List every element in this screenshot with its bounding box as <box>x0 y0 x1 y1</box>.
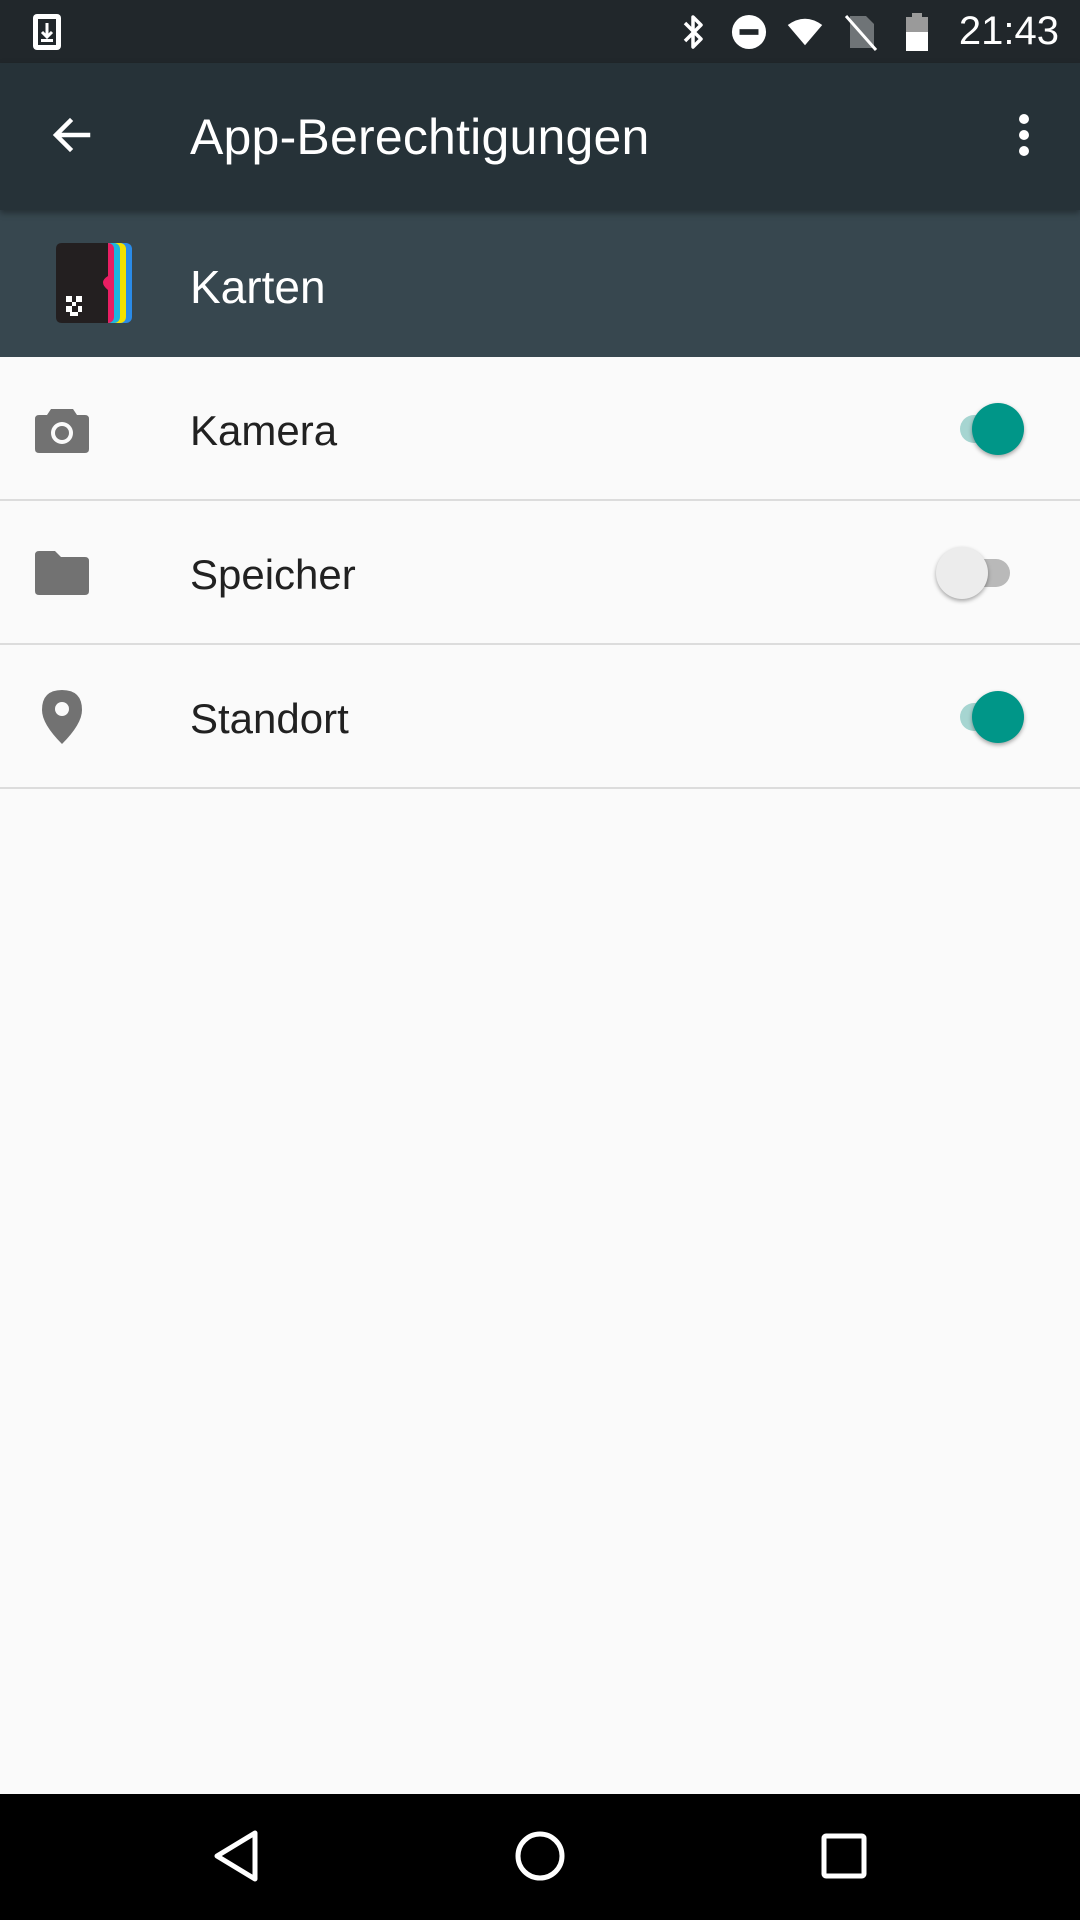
battery-icon <box>899 12 935 52</box>
back-button[interactable] <box>36 101 108 173</box>
permission-toggle-speicher[interactable] <box>936 547 1028 599</box>
location-pin-icon <box>34 689 90 745</box>
arrow-back-icon <box>48 111 96 164</box>
nav-home-icon <box>513 1829 567 1888</box>
nav-back-button[interactable] <box>200 1822 272 1894</box>
folder-icon <box>34 545 90 601</box>
camera-icon <box>34 401 90 457</box>
permission-toggle-kamera[interactable] <box>942 403 1028 455</box>
switch-thumb <box>972 691 1024 743</box>
wifi-icon <box>787 12 823 52</box>
app-name: Karten <box>190 261 326 313</box>
app-icon <box>52 240 136 326</box>
toolbar: App-Berechtigungen <box>0 63 1080 210</box>
navigation-bar <box>0 1794 1080 1920</box>
status-time: 21:43 <box>958 9 1059 53</box>
switch-thumb <box>936 547 988 599</box>
permission-row-speicher[interactable]: Speicher <box>0 501 1080 645</box>
switch-thumb <box>972 403 1024 455</box>
permission-label: Speicher <box>190 551 356 598</box>
status-icons: 21:43 <box>675 0 1059 63</box>
permission-label: Kamera <box>190 407 338 454</box>
nav-home-button[interactable] <box>504 1822 576 1894</box>
permission-label: Standort <box>190 695 349 742</box>
no-sim-icon <box>843 12 879 52</box>
bluetooth-icon <box>675 12 711 52</box>
permission-toggle-standort[interactable] <box>942 691 1028 743</box>
nav-recents-button[interactable] <box>808 1822 880 1894</box>
nav-recents-icon <box>820 1832 868 1885</box>
overflow-menu-button[interactable] <box>992 101 1056 173</box>
nav-back-icon <box>211 1829 261 1888</box>
do-not-disturb-icon <box>731 12 767 52</box>
more-vert-icon <box>1016 111 1032 164</box>
download-notification-icon <box>31 12 63 52</box>
app-permissions-screen: 21:43 App-Berechtigungen Karten Kamera S… <box>0 0 1080 1920</box>
page-title: App-Berechtigungen <box>190 109 650 165</box>
permission-list: Kamera Speicher Standort <box>0 357 1080 789</box>
permission-row-standort[interactable]: Standort <box>0 645 1080 789</box>
app-header: Karten <box>0 210 1080 357</box>
status-bar: 21:43 <box>0 0 1080 63</box>
permission-row-kamera[interactable]: Kamera <box>0 357 1080 501</box>
